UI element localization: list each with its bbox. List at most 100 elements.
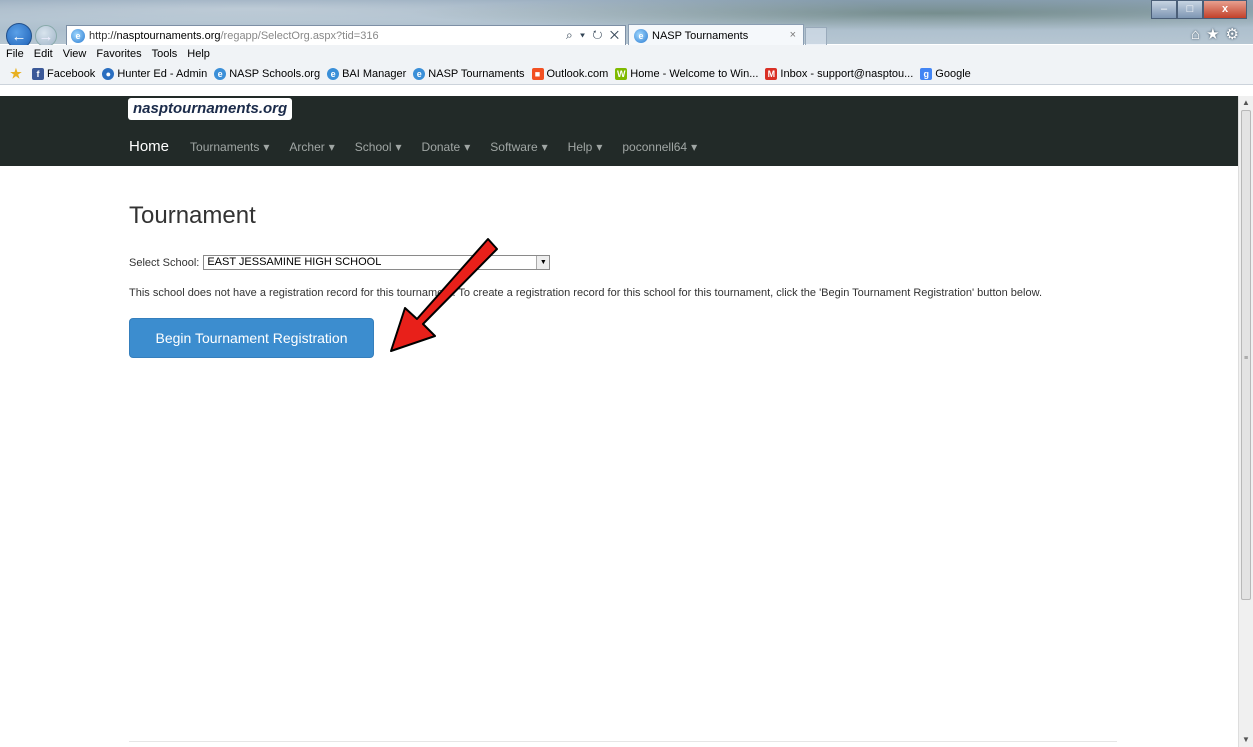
nav-item-label: Archer bbox=[289, 139, 325, 154]
favorite-label: BAI Manager bbox=[342, 67, 407, 80]
favorite-label: NASP Schools.org bbox=[229, 67, 321, 80]
menu-file[interactable]: File bbox=[6, 48, 24, 60]
caret-down-icon: ▾ bbox=[395, 139, 402, 154]
close-button[interactable]: x bbox=[1203, 0, 1247, 19]
favorite-label: Hunter Ed - Admin bbox=[117, 67, 208, 80]
menu-edit[interactable]: Edit bbox=[34, 48, 53, 60]
nav-item-tournaments[interactable]: Tournaments ▾ bbox=[190, 140, 269, 154]
url-scheme: http:// bbox=[89, 29, 117, 42]
favorite-label: Facebook bbox=[47, 67, 96, 80]
maximize-button[interactable]: □ bbox=[1177, 0, 1203, 19]
favorite-link[interactable]: ■ Outlook.com bbox=[531, 67, 609, 80]
school-select-value: EAST JESSAMINE HIGH SCHOOL bbox=[207, 256, 382, 268]
url-host: nasptournaments.org bbox=[116, 29, 221, 42]
nav-item-label: poconnell64 bbox=[622, 139, 688, 154]
forward-arrow-icon: → bbox=[38, 27, 54, 45]
menu-help[interactable]: Help bbox=[187, 48, 210, 60]
page-viewport: nasptournaments.org Home Tournaments ▾ Arch… bbox=[0, 86, 1238, 747]
page-title: Tournament bbox=[129, 202, 256, 229]
caret-down-icon: ▾ bbox=[691, 139, 698, 154]
caret-down-icon: ▾ bbox=[328, 139, 335, 154]
browser-titlebar: ← → e http://nasptournaments.org/regapp/… bbox=[0, 0, 1253, 49]
favorite-label: Inbox - support@nasptou... bbox=[780, 67, 914, 80]
favorite-link[interactable]: f Facebook bbox=[32, 67, 96, 80]
favorite-link[interactable]: e NASP Schools.org bbox=[214, 67, 321, 80]
footer-divider bbox=[129, 741, 1117, 742]
scrollbar-grip-icon: ≡ bbox=[1244, 355, 1249, 362]
favorite-link[interactable]: ● Hunter Ed - Admin bbox=[102, 67, 208, 80]
nav-item-archer[interactable]: Archer ▾ bbox=[289, 140, 334, 154]
minimize-button[interactable]: – bbox=[1151, 0, 1177, 19]
nav-item-label: Tournaments bbox=[190, 139, 260, 154]
favorite-label: Outlook.com bbox=[546, 67, 609, 80]
ie-page-icon: e bbox=[327, 67, 340, 80]
site-navbar: nasptournaments.org Home Tournaments ▾ Arch… bbox=[0, 96, 1238, 166]
caret-down-icon: ▾ bbox=[541, 139, 548, 154]
google-icon: g bbox=[920, 67, 933, 80]
menu-tools[interactable]: Tools bbox=[152, 48, 178, 60]
favorite-label: NASP Tournaments bbox=[428, 67, 525, 80]
favorite-link[interactable]: e BAI Manager bbox=[327, 67, 407, 80]
window-controls: – □ x bbox=[1151, 0, 1247, 19]
home-favorites-settings-icons[interactable]: ⌂★⚙ bbox=[1191, 25, 1245, 43]
scroll-down-icon[interactable]: ▼ bbox=[1241, 735, 1251, 745]
menu-view[interactable]: View bbox=[63, 48, 87, 60]
registration-note: This school does not have a registration… bbox=[129, 287, 1042, 299]
facebook-icon: f bbox=[32, 67, 44, 80]
caret-down-icon: ▾ bbox=[596, 139, 603, 154]
caret-down-icon: ▾ bbox=[263, 139, 270, 154]
win-site-icon: W bbox=[615, 67, 628, 80]
ie-page-icon: e bbox=[214, 67, 227, 80]
begin-tournament-registration-button[interactable]: Begin Tournament Registration bbox=[129, 318, 374, 358]
site-brand[interactable]: nasptournaments.org bbox=[128, 98, 293, 120]
ie-icon: e bbox=[71, 28, 85, 43]
tab-ie-icon: e bbox=[634, 28, 648, 43]
scroll-up-icon[interactable]: ▲ bbox=[1241, 98, 1251, 108]
ie-page-icon: e bbox=[413, 67, 426, 80]
annotation-arrow-icon bbox=[390, 238, 498, 352]
browser-tab[interactable]: e NASP Tournaments × bbox=[628, 24, 804, 46]
favorites-list: f Facebook ● Hunter Ed - Admin e NASP Schools… bbox=[32, 67, 978, 80]
nav-item-label: Software bbox=[490, 139, 538, 154]
favorite-link[interactable]: g Google bbox=[920, 67, 971, 80]
globe-icon: ● bbox=[102, 67, 115, 80]
forward-button[interactable]: → bbox=[35, 25, 57, 47]
nav-item-label: School bbox=[354, 139, 392, 154]
favorite-label: Home - Welcome to Win... bbox=[630, 67, 759, 80]
address-bar[interactable]: e http://nasptournaments.org/regapp/Sele… bbox=[66, 25, 626, 46]
nav-item-label: Home bbox=[129, 138, 170, 155]
nav-item-school[interactable]: School ▾ bbox=[355, 140, 402, 154]
school-select-row: Select School: EAST JESSAMINE HIGH SCHOO… bbox=[129, 255, 1109, 270]
menu-favorites[interactable]: Favorites bbox=[96, 48, 141, 60]
school-select-label: Select School: bbox=[129, 256, 200, 269]
nav-item-help[interactable]: Help ▾ bbox=[568, 140, 603, 154]
url-path: /regapp/SelectOrg.aspx?tid=316 bbox=[220, 29, 379, 42]
nav-item-poconnell64[interactable]: poconnell64 ▾ bbox=[622, 140, 697, 154]
tab-close-icon[interactable]: × bbox=[790, 29, 796, 41]
gmail-icon: M bbox=[765, 67, 778, 80]
main-content: Tournament Select School: EAST JESSAMINE… bbox=[129, 202, 1109, 358]
favorite-link[interactable]: W Home - Welcome to Win... bbox=[615, 67, 759, 80]
nav-item-label: Donate bbox=[421, 139, 461, 154]
nav-item-software[interactable]: Software ▾ bbox=[490, 140, 547, 154]
scrollbar-thumb[interactable]: ≡ bbox=[1241, 110, 1251, 600]
nav-item-donate[interactable]: Donate ▾ bbox=[422, 140, 471, 154]
address-tools-icons[interactable]: ⌕ ▾ ↻ ✕ bbox=[566, 28, 621, 43]
new-tab-button[interactable] bbox=[805, 27, 827, 46]
nav-item-home[interactable]: Home bbox=[129, 138, 169, 155]
nav-item-label: Help bbox=[567, 139, 593, 154]
menu-bar: File Edit View Favorites Tools Help bbox=[0, 45, 1253, 63]
favorite-link[interactable]: M Inbox - support@nasptou... bbox=[765, 67, 914, 80]
favorites-star[interactable]: ★ bbox=[10, 65, 25, 81]
vertical-scrollbar[interactable]: ▲ ≡ ▼ bbox=[1238, 96, 1253, 747]
address-url[interactable]: http://nasptournaments.org/regapp/Select… bbox=[89, 30, 379, 42]
chevron-down-icon[interactable]: ▼ bbox=[536, 256, 550, 269]
windows-icon: ■ bbox=[531, 67, 544, 80]
favorites-star-icon: ★ bbox=[10, 65, 22, 81]
site-nav-links: Home Tournaments ▾ Archer ▾ School ▾ Donate ▾ Sof… bbox=[129, 138, 717, 155]
favorite-label: Google bbox=[935, 67, 971, 80]
favorite-link[interactable]: e NASP Tournaments bbox=[413, 67, 525, 80]
tab-title: NASP Tournaments bbox=[652, 29, 749, 42]
caret-down-icon: ▾ bbox=[464, 139, 471, 154]
back-arrow-icon: ← bbox=[11, 27, 27, 45]
